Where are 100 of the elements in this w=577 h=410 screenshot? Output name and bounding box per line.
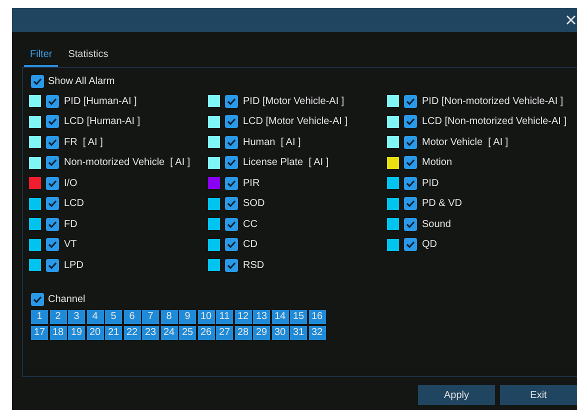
checkbox[interactable] xyxy=(225,218,238,231)
channel-toggle[interactable]: 14 xyxy=(272,310,288,324)
checkbox[interactable] xyxy=(46,197,59,210)
channel-toggle[interactable]: 7 xyxy=(142,310,159,324)
checkmark-icon xyxy=(406,220,415,228)
channel-toggle[interactable]: 20 xyxy=(86,326,104,340)
checkbox[interactable] xyxy=(225,94,238,108)
checkmark-icon xyxy=(48,118,57,126)
channel-toggle[interactable]: 2 xyxy=(50,310,66,324)
checkmark-icon xyxy=(227,241,236,248)
channel-toggle[interactable]: 27 xyxy=(216,326,233,340)
alarm-type-label: SOD xyxy=(243,198,265,210)
channel-toggle[interactable]: 12 xyxy=(234,310,252,324)
alarm-type-label: Human [ AI ] xyxy=(243,136,301,148)
checkbox[interactable] xyxy=(404,176,417,190)
checkbox[interactable] xyxy=(225,176,238,190)
channel-toggle[interactable]: 24 xyxy=(160,326,178,340)
alarm-type-label: RSD xyxy=(243,260,264,271)
checkmark-icon xyxy=(48,159,57,166)
checkmark-icon xyxy=(48,200,57,208)
checkbox[interactable] xyxy=(404,197,417,210)
channel-toggle[interactable]: 8 xyxy=(160,310,178,324)
checkmark-icon xyxy=(33,296,42,303)
checkbox[interactable] xyxy=(31,293,44,306)
alarm-type-label: Non-motorized Vehicle [ AI ] xyxy=(64,157,190,168)
checkbox[interactable] xyxy=(225,238,238,252)
alarm-type-label: LCD [Motor Vehicle-AI ] xyxy=(243,116,348,128)
checkbox[interactable] xyxy=(46,115,59,128)
channel-toggle[interactable]: 25 xyxy=(179,326,196,340)
channel-toggle[interactable]: 21 xyxy=(105,326,122,340)
checkbox[interactable] xyxy=(404,218,417,231)
dialog-button[interactable]: Exit xyxy=(500,385,577,405)
channel-toggle[interactable]: 22 xyxy=(124,326,140,340)
checkbox-label: Channel xyxy=(48,294,86,305)
checkmark-icon xyxy=(406,159,415,166)
alarm-type-label: FR [ AI ] xyxy=(64,136,103,148)
alarm-type-label: PID [Non-motorized Vehicle-AI ] xyxy=(422,96,564,107)
alarm-type-label: LCD [Non-motorized Vehicle-AI ] xyxy=(422,116,567,128)
channel-toggle[interactable]: 1 xyxy=(31,310,48,324)
dialog-button[interactable]: Apply xyxy=(418,385,495,405)
checkmark-icon xyxy=(48,98,57,105)
checkmark-icon xyxy=(227,262,236,269)
checkmark-icon xyxy=(33,78,42,84)
checkbox[interactable] xyxy=(225,156,238,170)
close-icon[interactable] xyxy=(566,15,576,25)
channel-toggle[interactable]: 13 xyxy=(253,310,270,324)
alarm-type-label: PIR xyxy=(243,178,260,189)
channel-toggle[interactable]: 32 xyxy=(308,326,326,340)
alarm-type-label: LCD xyxy=(64,198,84,210)
channel-toggle[interactable]: 3 xyxy=(68,310,85,324)
checkbox[interactable] xyxy=(225,136,238,149)
channel-toggle[interactable]: 26 xyxy=(198,326,214,340)
checkbox[interactable] xyxy=(31,74,44,88)
channel-toggle[interactable]: 31 xyxy=(290,326,307,340)
channel-toggle[interactable]: 30 xyxy=(272,326,288,340)
channel-toggle[interactable]: 18 xyxy=(50,326,66,340)
checkbox[interactable] xyxy=(404,238,417,252)
checkmark-icon xyxy=(48,138,57,146)
checkmark-icon xyxy=(48,220,57,228)
checkbox[interactable] xyxy=(404,94,417,108)
channel-toggle[interactable]: 5 xyxy=(105,310,122,324)
checkbox[interactable] xyxy=(404,136,417,149)
checkbox[interactable] xyxy=(404,156,417,170)
channel-toggle[interactable]: 23 xyxy=(142,326,159,340)
checkbox[interactable] xyxy=(46,94,59,108)
checkmark-icon xyxy=(406,180,415,187)
channel-toggle[interactable]: 16 xyxy=(308,310,326,324)
alarm-type-label: QD xyxy=(422,239,437,250)
alarm-type-label: VT xyxy=(64,239,77,250)
alarm-type-label: Sound xyxy=(422,218,451,230)
checkmark-icon xyxy=(48,262,57,269)
channel-toggle[interactable]: 10 xyxy=(198,310,214,324)
channel-toggle[interactable]: 19 xyxy=(68,326,85,340)
checkbox[interactable] xyxy=(46,218,59,231)
alarm-type-label: FD xyxy=(64,218,78,230)
checkmark-icon xyxy=(227,220,236,228)
checkbox[interactable] xyxy=(46,136,59,149)
channel-toggle[interactable]: 9 xyxy=(179,310,196,324)
channel-toggle[interactable]: 29 xyxy=(253,326,270,340)
channel-toggle[interactable]: 6 xyxy=(124,310,140,324)
channel-toggle[interactable]: 28 xyxy=(234,326,252,340)
checkbox[interactable] xyxy=(225,258,238,272)
checkbox[interactable] xyxy=(225,115,238,128)
checkbox[interactable] xyxy=(225,197,238,210)
channel-toggle[interactable]: 15 xyxy=(290,310,307,324)
checkbox[interactable] xyxy=(46,258,59,272)
checkbox[interactable] xyxy=(46,156,59,170)
checkbox-label: Show All Alarm xyxy=(48,76,115,86)
checkbox[interactable] xyxy=(404,115,417,128)
alarm-type-label: PID [Motor Vehicle-AI ] xyxy=(243,96,344,107)
channel-toggle[interactable]: 4 xyxy=(86,310,104,324)
tab[interactable]: Statistics xyxy=(62,46,114,67)
tab[interactable]: Filter xyxy=(24,46,58,67)
checkbox[interactable] xyxy=(46,238,59,252)
checkmark-icon xyxy=(406,138,415,146)
alarm-type-label: License Plate [ AI ] xyxy=(243,157,329,168)
checkmark-icon xyxy=(227,118,236,126)
checkbox[interactable] xyxy=(46,176,59,190)
channel-toggle[interactable]: 11 xyxy=(216,310,233,324)
channel-toggle[interactable]: 17 xyxy=(31,326,48,340)
